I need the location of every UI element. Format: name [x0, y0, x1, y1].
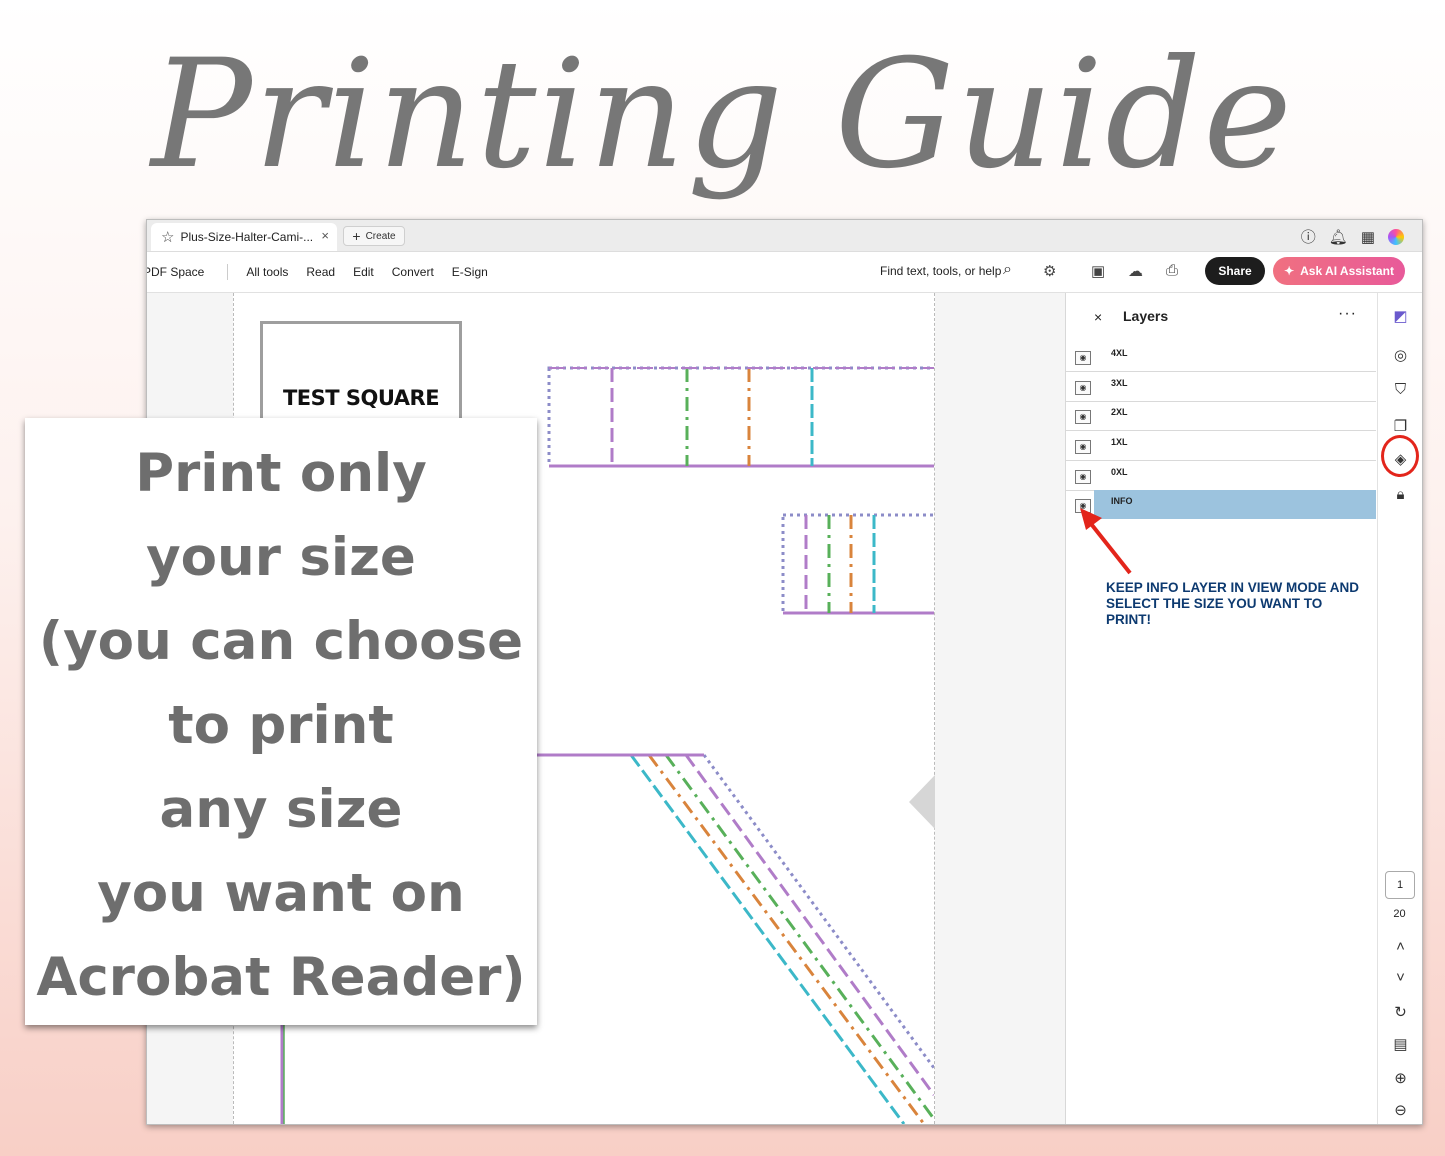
menu-pdf-space[interactable]: PDF Space	[147, 265, 204, 279]
chevron-up-icon[interactable]: ˄	[1378, 938, 1422, 955]
layer-name: 0XL	[1111, 467, 1128, 477]
eye-icon[interactable]: ◉	[1075, 410, 1091, 424]
pattern-outline	[547, 366, 934, 468]
menu-divider	[227, 264, 229, 280]
layer-row-1xl[interactable]: ◉ 1XL	[1066, 431, 1376, 461]
page-number-input[interactable]: 1	[1385, 871, 1415, 899]
callout-line: any size	[159, 779, 403, 840]
tab-title: Plus-Size-Halter-Cami-...	[180, 230, 314, 244]
menu-read[interactable]: Read	[306, 265, 335, 279]
callout-line: you want on	[97, 863, 465, 924]
print-icon[interactable]: ⎙	[1166, 262, 1178, 279]
callout-line: your size	[146, 527, 416, 588]
pages-icon[interactable]: ❐	[1378, 417, 1422, 435]
profile-icon[interactable]	[1388, 228, 1404, 245]
menu-esign[interactable]: E-Sign	[452, 265, 488, 279]
layer-name: 2XL	[1111, 407, 1128, 417]
eye-icon[interactable]: ◉	[1075, 351, 1091, 365]
rotate-icon[interactable]: ↻	[1378, 1003, 1422, 1021]
layer-row-4xl[interactable]: ◉ 4XL	[1066, 342, 1376, 372]
page-fit-icon[interactable]: ▤	[1378, 1035, 1422, 1053]
share-button[interactable]: Share	[1205, 257, 1265, 285]
ask-ai-label: Ask AI Assistant	[1300, 264, 1394, 278]
layer-row-3xl[interactable]: ◉ 3XL	[1066, 372, 1376, 402]
zoom-in-icon[interactable]: ⊕	[1378, 1069, 1422, 1087]
page-total: 20	[1393, 908, 1406, 920]
right-tool-rail: ◩ ◎ ⛉ ❐ ◈ 🔒︎ 1 20 ˄ ˅ ↻ ▤ ⊕ ⊖	[1377, 293, 1422, 1124]
more-options-icon[interactable]: ···	[1338, 305, 1357, 323]
layer-row-0xl[interactable]: ◉ 0XL	[1066, 461, 1376, 491]
callout-line: Print only	[135, 443, 427, 504]
pattern-line	[664, 754, 934, 1120]
close-layers-icon[interactable]: ×	[1094, 309, 1102, 325]
comment-icon[interactable]: ◎	[1378, 346, 1422, 364]
chevron-down-icon[interactable]: ˅	[1378, 969, 1422, 986]
callout-line: to print	[168, 695, 394, 756]
instruction-callout: Print only your size (you can choose to …	[25, 418, 537, 1025]
search-icon[interactable]: ⌕	[1003, 261, 1012, 279]
top-menu: PDF Space All tools Read Edit Convert E-…	[147, 252, 506, 292]
bell-icon[interactable]: 🔔︎	[1329, 228, 1348, 246]
eye-icon[interactable]: ◉	[1075, 381, 1091, 395]
pattern-line	[647, 754, 926, 1124]
pattern-line	[629, 754, 906, 1124]
headline-title: Printing Guide	[151, 28, 1294, 202]
star-icon[interactable]: ☆	[161, 228, 174, 246]
layer-name: 4XL	[1111, 348, 1128, 358]
pattern-line	[702, 754, 934, 1069]
callout-line: Acrobat Reader)	[36, 947, 526, 1008]
lock-icon[interactable]: 🔒︎	[1378, 486, 1422, 503]
layers-highlight-circle	[1381, 435, 1419, 477]
pattern-line	[684, 754, 934, 1096]
bookmark-icon[interactable]: ⛉	[1378, 381, 1422, 398]
plus-icon: +	[352, 228, 361, 244]
callout-line: (you can choose	[38, 611, 524, 672]
menu-convert[interactable]: Convert	[392, 265, 434, 279]
eye-icon[interactable]: ◉	[1075, 470, 1091, 484]
zoom-out-icon[interactable]: ⊖	[1378, 1101, 1422, 1119]
previous-page-arrow[interactable]	[909, 775, 935, 829]
red-arrow-pointer	[1080, 508, 1132, 575]
menu-edit[interactable]: Edit	[353, 265, 374, 279]
info-instruction-note: KEEP INFO LAYER IN VIEW MODE AND SELECT …	[1106, 580, 1360, 627]
ai-tools-icon[interactable]: ⚙	[1043, 262, 1056, 280]
layer-name: 3XL	[1111, 378, 1128, 388]
find-text[interactable]: Find text, tools, or help	[880, 264, 1001, 278]
callout-text: Print only your size (you can choose to …	[25, 432, 537, 1020]
eye-icon[interactable]: ◉	[1075, 440, 1091, 454]
upload-cloud-icon[interactable]: ☁	[1128, 262, 1143, 280]
layers-panel: × Layers ··· ◉ 4XL ◉ 3XL ◉ 2XL ◉ 1XL ◉ 0…	[1065, 293, 1378, 1124]
main-toolbar: PDF Space All tools Read Edit Convert E-…	[147, 252, 1422, 293]
ask-ai-assistant-button[interactable]: ✦ Ask AI Assistant	[1273, 257, 1405, 285]
menu-all-tools[interactable]: All tools	[246, 265, 288, 279]
save-icon[interactable]: ▣	[1091, 262, 1105, 280]
close-tab-icon[interactable]: ×	[321, 228, 329, 243]
create-label: Create	[365, 230, 396, 242]
ai-summary-icon[interactable]: ◩	[1378, 307, 1422, 325]
ai-chat-icon: ✦	[1284, 264, 1295, 278]
layer-name: 1XL	[1111, 437, 1128, 447]
arrow-shaft	[1086, 518, 1132, 575]
apps-grid-icon[interactable]: ▦	[1361, 228, 1375, 246]
layer-row-2xl[interactable]: ◉ 2XL	[1066, 401, 1376, 431]
layers-title: Layers	[1123, 308, 1169, 324]
